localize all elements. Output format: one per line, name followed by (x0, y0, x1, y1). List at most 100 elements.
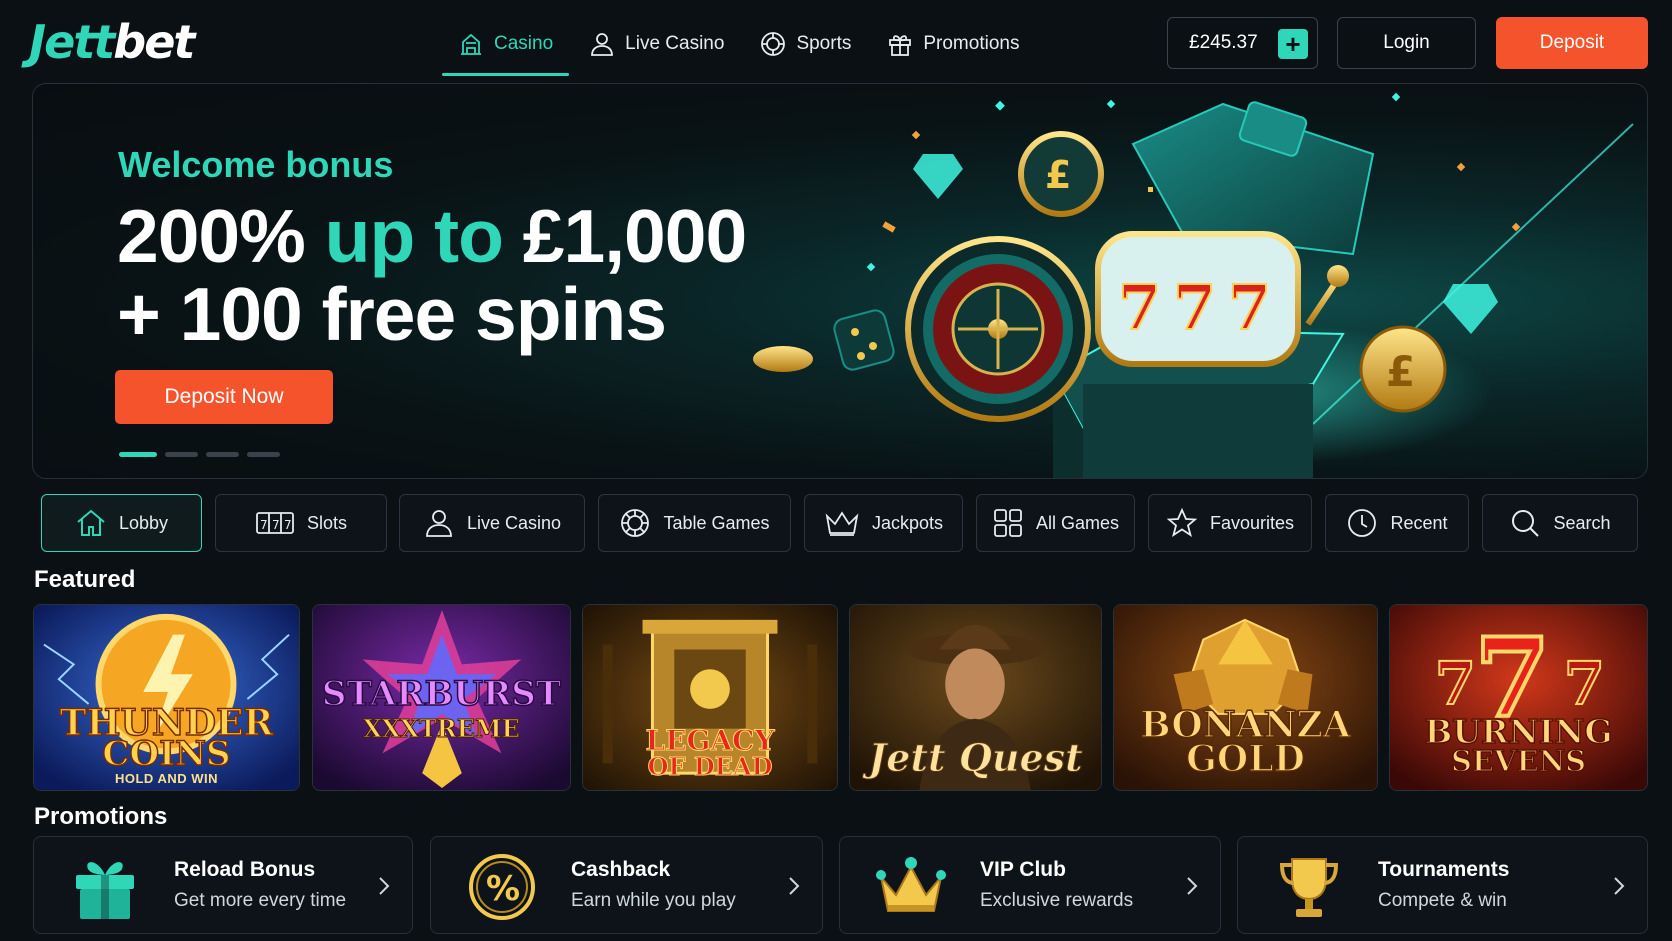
svg-text:£: £ (1045, 153, 1071, 197)
tab-lobby[interactable]: Lobby (41, 494, 202, 552)
promo-title: Cashback (571, 858, 671, 881)
tab-lobby-label: Lobby (118, 512, 169, 533)
svg-text:7: 7 (1173, 271, 1216, 344)
deposit-now-button[interactable]: Deposit Now (115, 370, 333, 424)
promo-subtitle: Earn while you play (571, 890, 736, 911)
nav-sports[interactable]: Sports (742, 18, 869, 70)
star-icon (1166, 507, 1198, 538)
chevron-right-icon (379, 877, 390, 895)
svg-text:7: 7 (1564, 649, 1605, 719)
tab-jackpots[interactable]: Jackpots (804, 494, 963, 552)
user-icon (591, 33, 614, 56)
game-title-line2: SEVENS (1450, 744, 1587, 778)
plus-icon[interactable]: + (1278, 29, 1308, 59)
tab-favourites-label: Favourites (1209, 512, 1295, 533)
promotions-heading: Promotions (34, 803, 168, 830)
svg-text:7: 7 (284, 518, 292, 532)
grid-icon (994, 509, 1022, 537)
tab-slots[interactable]: 7 7 7 Slots (215, 494, 387, 552)
balance-amount: £245.37 (1189, 32, 1258, 53)
percent-icon: % (469, 854, 535, 920)
svg-text:7: 7 (1118, 271, 1161, 344)
carousel-dot-3[interactable] (206, 452, 239, 457)
chevron-right-icon (1614, 877, 1625, 895)
home-icon (77, 509, 105, 536)
promo-subtitle: Get more every time (174, 890, 347, 911)
game-tile-jett-quest[interactable]: Jett Quest (849, 604, 1102, 791)
game-tile-bonanza-gold[interactable]: BONANZA GOLD (1113, 604, 1378, 791)
site-header: Jettbet Casino Live Casino Sports Promot… (0, 0, 1672, 84)
login-button[interactable]: Login (1337, 17, 1476, 69)
promo-card-vip-club[interactable]: VIP Club Exclusive rewards (839, 836, 1221, 934)
user-icon (426, 510, 452, 537)
game-title-line1: LEGACY (645, 724, 775, 757)
featured-games: THUNDER COINS HOLD AND WIN STARBURST XXX… (0, 604, 1672, 791)
tab-all-games[interactable]: All Games (976, 494, 1135, 552)
game-tile-legacy-of-dead[interactable]: LEGACY OF DEAD (582, 604, 838, 791)
game-title-line2: OF DEAD (647, 752, 773, 781)
tab-all-games-label: All Games (1035, 512, 1120, 533)
promo-card-cashback[interactable]: % Cashback Earn while you play (430, 836, 823, 934)
promo-title: Reload Bonus (174, 858, 316, 881)
search-icon (1512, 510, 1540, 537)
svg-text:7: 7 (1228, 271, 1271, 344)
svg-text:7: 7 (272, 518, 280, 532)
tab-slots-label: Slots (306, 512, 348, 533)
promo-subtitle: Compete & win (1378, 890, 1507, 911)
balance-display[interactable]: £245.37 + (1167, 17, 1318, 69)
featured-heading: Featured (34, 566, 136, 593)
game-tile-burning-sevens[interactable]: 7 7 7 BURNING SEVENS (1389, 604, 1648, 791)
chevron-right-icon (789, 877, 800, 895)
svg-text:£: £ (1386, 347, 1415, 396)
hero-headline-accent: up to (324, 194, 504, 278)
hero-banner[interactable]: Welcome bonus 200% up to £1,000 + 100 fr… (32, 83, 1648, 479)
nav-casino-label: Casino (494, 33, 554, 54)
logo-text-jett: Jett (29, 15, 115, 69)
promo-subtitle: Exclusive rewards (980, 890, 1134, 911)
jettbet-logo[interactable]: Jettbet (29, 14, 195, 70)
hero-headline-part3: £1,000 (502, 194, 747, 278)
promo-title: Tournaments (1378, 858, 1510, 881)
tab-live-casino[interactable]: Live Casino (399, 494, 585, 552)
hero-eyebrow: Welcome bonus (118, 144, 394, 185)
gift-icon (889, 35, 912, 56)
crown-icon (825, 511, 859, 536)
carousel-dot-2[interactable] (165, 452, 198, 457)
promo-card-tournaments[interactable]: Tournaments Compete & win (1237, 836, 1648, 934)
tab-recent[interactable]: Recent (1325, 494, 1469, 552)
carousel-dots (119, 452, 280, 457)
carousel-dot-4[interactable] (247, 452, 280, 457)
nav-live-casino[interactable]: Live Casino (571, 18, 742, 70)
game-tile-thunder-coins[interactable]: THUNDER COINS HOLD AND WIN (33, 604, 300, 791)
game-title-line2: COINS (102, 734, 232, 774)
svg-text:%: % (486, 869, 520, 909)
tab-table-games-label: Table Games (663, 512, 770, 533)
clock-icon (1348, 509, 1377, 537)
hero-headline-line1: 200% up to £1,000 (117, 194, 747, 278)
game-title-line2: GOLD (1185, 738, 1305, 780)
logo-text-bet: bet (113, 15, 195, 69)
deposit-button[interactable]: Deposit (1496, 17, 1648, 69)
main-nav: Casino Live Casino Sports Promotions (440, 18, 1037, 78)
tab-jackpots-label: Jackpots (871, 512, 944, 533)
tab-favourites[interactable]: Favourites (1148, 494, 1312, 552)
nav-casino[interactable]: Casino (440, 18, 571, 76)
tab-table-games[interactable]: Table Games (598, 494, 791, 552)
game-title: Jett Quest (868, 735, 1083, 780)
hero-casino-illustration: 7 7 7 £ £ (753, 92, 1634, 478)
nav-promotions-label: Promotions (923, 33, 1020, 54)
nav-promotions[interactable]: Promotions (869, 18, 1037, 70)
game-tile-starburst-xxxtreme[interactable]: STARBURST XXXTREME (312, 604, 571, 791)
category-tabs: Lobby 7 7 7 Slots Live Casino Table Game… (0, 494, 1672, 554)
tab-search-label: Search (1553, 512, 1611, 533)
ball-icon (761, 32, 786, 56)
trophy-icon (1279, 858, 1339, 917)
carousel-dot-1[interactable] (119, 452, 157, 457)
tab-search[interactable]: Search (1482, 494, 1638, 552)
game-subtitle: HOLD AND WIN (114, 771, 218, 786)
promo-card-reload-bonus[interactable]: Reload Bonus Get more every time (33, 836, 413, 934)
svg-text:7: 7 (1435, 649, 1476, 719)
game-title-line1: STARBURST (321, 674, 562, 714)
game-title-line2: XXXTREME (363, 714, 521, 743)
promotions-list: Reload Bonus Get more every time % Cashb… (0, 836, 1672, 936)
